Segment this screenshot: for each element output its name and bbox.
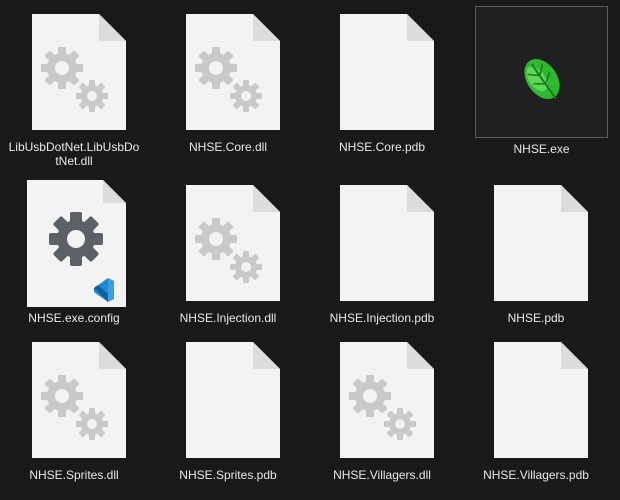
file-name: NHSE.Sprites.pdb [179, 468, 277, 482]
blank-file-icon [466, 334, 606, 464]
file-item[interactable]: NHSE.pdb [466, 177, 606, 342]
file-item[interactable]: NHSE.Injection.dll [158, 177, 298, 342]
file-item[interactable]: NHSE.Core.pdb [312, 6, 452, 171]
file-item[interactable]: NHSE.exe.config [4, 177, 144, 342]
file-item[interactable]: LibUsbDotNet.LibUsbDotNet.dll [4, 6, 144, 171]
file-grid: LibUsbDotNet.LibUsbDotNet.dll NHSE.Core.… [0, 0, 620, 500]
config-file-icon [4, 177, 144, 307]
file-item[interactable]: NHSE.Core.dll [158, 6, 298, 171]
file-item[interactable]: NHSE.Sprites.pdb [158, 334, 298, 499]
file-item-selected[interactable]: NHSE.exe [475, 6, 609, 156]
file-name: NHSE.Core.dll [188, 140, 268, 154]
file-item[interactable]: NHSE.Villagers.dll [312, 334, 452, 499]
file-name: NHSE.pdb [507, 311, 565, 325]
file-item[interactable]: NHSE.Injection.pdb [312, 177, 452, 342]
file-name: NHSE.Core.pdb [338, 140, 426, 154]
file-name: NHSE.Injection.pdb [329, 311, 435, 325]
file-name: LibUsbDotNet.LibUsbDotNet.dll [8, 140, 140, 168]
file-name: NHSE.Villagers.pdb [483, 468, 589, 482]
file-name: NHSE.exe.config [28, 311, 120, 325]
dll-gears-icon [158, 6, 298, 136]
file-item[interactable]: NHSE.Sprites.dll [4, 334, 144, 499]
dll-gears-icon [312, 334, 452, 464]
file-name: NHSE.Sprites.dll [29, 468, 119, 482]
file-name: NHSE.Villagers.dll [333, 468, 431, 482]
dll-gears-icon [4, 6, 144, 136]
blank-file-icon [466, 177, 606, 307]
blank-file-icon [312, 177, 452, 307]
file-name: NHSE.exe [513, 142, 570, 156]
leaf-app-icon [476, 7, 609, 139]
dll-gears-icon [4, 334, 144, 464]
dll-gears-icon [158, 177, 298, 307]
file-item[interactable]: NHSE.Villagers.pdb [466, 334, 606, 499]
blank-file-icon [158, 334, 298, 464]
file-name: NHSE.Injection.dll [179, 311, 277, 325]
blank-file-icon [312, 6, 452, 136]
